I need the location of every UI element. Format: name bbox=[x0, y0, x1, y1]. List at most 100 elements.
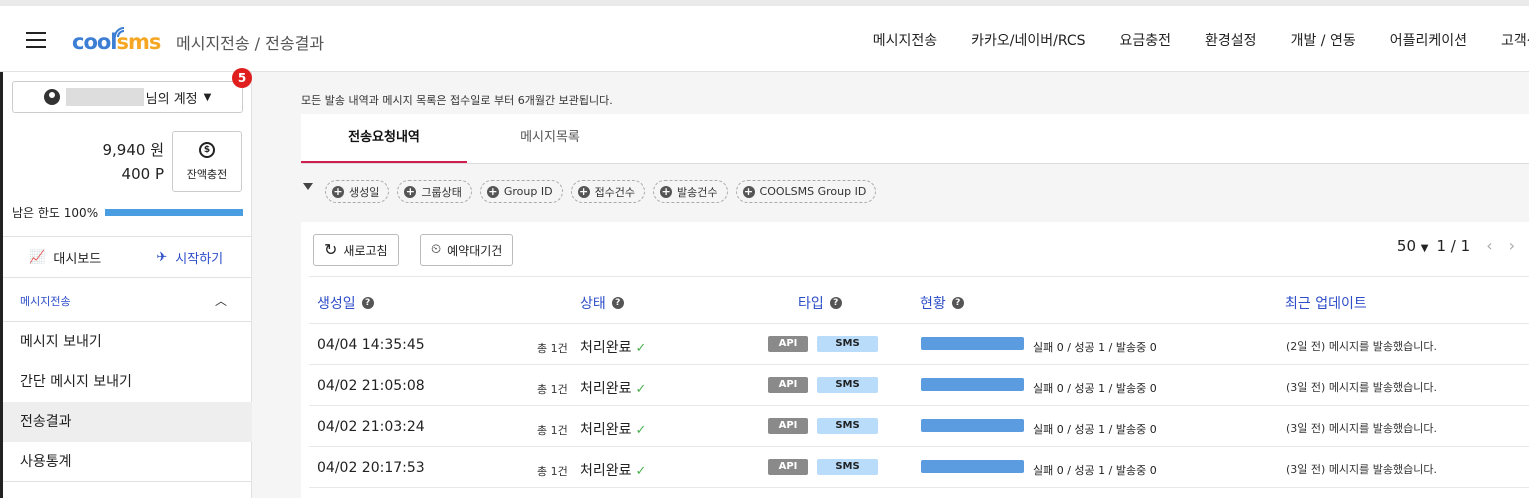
row-date: 04/02 21:03:24 bbox=[317, 419, 425, 435]
plus-icon: + bbox=[660, 184, 673, 198]
column-label: 생성일 bbox=[317, 296, 356, 312]
table-row[interactable]: 04/02 21:05:08 총 1건 처리완료 ✓ API SMS 실패 0 / 성공 1… bbox=[309, 365, 1529, 406]
api-tag: API bbox=[768, 418, 808, 434]
sidebar-item-stats[interactable]: 사용통계 bbox=[3, 442, 252, 482]
table-row[interactable]: 04/02 20:17:53 총 1건 처리완료 ✓ API SMS 실패 0 / 성공 1… bbox=[309, 447, 1529, 488]
row-status-label: 처리완료 bbox=[580, 340, 632, 356]
column-progress[interactable]: 현황? bbox=[920, 293, 964, 313]
api-tag: API bbox=[768, 336, 808, 352]
filter-chip-coolsms-group-id[interactable]: + COOLSMS Group ID bbox=[735, 180, 877, 203]
menu-section-message[interactable]: 메시지전송 ︿ bbox=[3, 278, 252, 322]
column-created[interactable]: 생성일? bbox=[317, 293, 374, 313]
sidebar-item-send-message[interactable]: 메시지 보내기 bbox=[3, 322, 252, 362]
progress-bar-fill bbox=[921, 378, 1024, 391]
row-status: 처리완료 ✓ bbox=[580, 460, 646, 480]
row-date: 04/02 21:05:08 bbox=[317, 378, 425, 394]
row-stat: 실패 0 / 성공 1 / 발송중 0 bbox=[1033, 341, 1157, 354]
check-icon: ✓ bbox=[635, 341, 647, 356]
check-icon: ✓ bbox=[635, 464, 647, 479]
filter-bar: + 생성일 + 그룹상태 + Group ID + 접수건수 + 발송건수 + COOLSM… bbox=[303, 180, 884, 203]
top-bar: cool sms 메시지전송 / 전송결과 메시지전송 카카오/네이버/RCS 요… bbox=[0, 0, 1529, 72]
page-size-select[interactable]: 50 ▼ bbox=[1397, 237, 1429, 255]
recharge-label: 잔액충전 bbox=[186, 167, 228, 181]
help-icon[interactable]: ? bbox=[829, 297, 842, 309]
sidebar-item-simple-message[interactable]: 간단 메시지 보내기 bbox=[3, 362, 252, 402]
menu-icon[interactable] bbox=[26, 32, 46, 48]
nav-kakao-naver-rcs[interactable]: 카카오/네이버/RCS bbox=[971, 30, 1085, 50]
check-icon: ✓ bbox=[635, 423, 647, 438]
filter-chip-group-status[interactable]: + 그룹상태 bbox=[397, 180, 472, 203]
retention-notice: 모든 발송 내역과 메시지 목록은 접수일로 부터 6개월간 보관됩니다. bbox=[301, 94, 613, 107]
nav-support[interactable]: 고객센터 bbox=[1501, 30, 1529, 50]
filter-chip-received[interactable]: + 접수건수 bbox=[570, 180, 646, 203]
next-page-icon[interactable]: › bbox=[1509, 236, 1515, 255]
account-label: 님의 계정 bbox=[145, 91, 198, 107]
help-icon[interactable]: ? bbox=[951, 297, 964, 309]
balance: 9,940 원 400 P bbox=[12, 138, 164, 186]
help-icon[interactable]: ? bbox=[361, 297, 374, 309]
row-update: (3일 전) 메시지를 발송했습니다. bbox=[1286, 422, 1438, 435]
type-tag: SMS bbox=[817, 418, 878, 434]
tab-send-requests[interactable]: 전송요청내역 bbox=[301, 114, 467, 163]
nav-charge[interactable]: 요금충전 bbox=[1120, 30, 1172, 50]
quick-links: 📈 대시보드 ✈ 시작하기 bbox=[3, 236, 252, 278]
dashboard-link[interactable]: 📈 대시보드 bbox=[3, 237, 128, 277]
coolsms-logo[interactable]: cool sms bbox=[72, 22, 161, 62]
row-stat: 실패 0 / 성공 1 / 발송중 0 bbox=[1033, 423, 1157, 436]
table-row[interactable]: 04/02 21:03:24 총 1건 처리완료 ✓ API SMS 실패 0 / 성공 1… bbox=[309, 406, 1529, 447]
scheduled-button[interactable]: ⏲ 예약대기건 bbox=[420, 234, 514, 266]
column-label: 상태 bbox=[580, 296, 606, 312]
sidebar-item-results[interactable]: 전송결과 bbox=[3, 402, 252, 442]
api-tag: API bbox=[768, 459, 808, 475]
plus-icon: + bbox=[404, 184, 417, 198]
sidebar: 님의 계정 ▼ 5 9,940 원 400 P $ 잔액충전 남은 한도 100… bbox=[0, 68, 252, 498]
column-type[interactable]: 타입? bbox=[798, 293, 842, 313]
start-link[interactable]: ✈ 시작하기 bbox=[128, 237, 253, 277]
clock-icon: ⏲ bbox=[431, 242, 442, 257]
page-indicator: 1 / 1 bbox=[1436, 236, 1471, 255]
column-label: 최근 업데이트 bbox=[1285, 296, 1367, 312]
nav-message-send[interactable]: 메시지전송 bbox=[873, 30, 937, 50]
refresh-button[interactable]: ↻ 새로고침 bbox=[313, 234, 399, 266]
row-count: 총 1건 bbox=[537, 465, 568, 478]
filter-label: 생성일 bbox=[349, 185, 380, 199]
plus-icon: + bbox=[577, 184, 590, 198]
recharge-button[interactable]: $ 잔액충전 bbox=[172, 131, 242, 192]
user-icon bbox=[43, 89, 60, 105]
filter-chip-sent[interactable]: + 발송건수 bbox=[653, 180, 728, 203]
check-icon: ✓ bbox=[635, 382, 647, 397]
nav-apps[interactable]: 어플리케이션 bbox=[1390, 30, 1467, 50]
account-button[interactable]: 님의 계정 ▼ bbox=[12, 81, 243, 113]
help-icon[interactable]: ? bbox=[611, 297, 624, 309]
filter-chip-created[interactable]: + 생성일 bbox=[325, 180, 390, 203]
row-status-label: 처리완료 bbox=[580, 463, 632, 479]
filter-label: COOLSMS Group ID bbox=[759, 185, 867, 198]
limit-bar bbox=[105, 209, 243, 216]
dashboard-label: 대시보드 bbox=[53, 251, 102, 267]
type-tag: SMS bbox=[817, 336, 878, 352]
top-nav: 메시지전송 카카오/네이버/RCS 요금충전 환경설정 개발 / 연동 어플리케… bbox=[873, 30, 1529, 50]
column-label: 현황 bbox=[920, 296, 946, 312]
account-name-redacted bbox=[65, 88, 144, 106]
coin-icon: $ bbox=[199, 141, 215, 158]
progress-bar bbox=[921, 378, 1024, 391]
row-status-label: 처리완료 bbox=[580, 381, 632, 397]
nav-settings[interactable]: 환경설정 bbox=[1205, 30, 1257, 50]
tab-message-list[interactable]: 메시지목록 bbox=[467, 114, 633, 163]
refresh-label: 새로고침 bbox=[343, 243, 388, 258]
table-row[interactable]: 04/04 14:35:45 총 1건 처리완료 ✓ API SMS 실패 0 / 성공 1… bbox=[309, 324, 1529, 365]
row-update: (2일 전) 메시지를 발송했습니다. bbox=[1286, 340, 1438, 353]
row-status: 처리완료 ✓ bbox=[580, 337, 646, 357]
filter-chip-group-id[interactable]: + Group ID bbox=[479, 180, 563, 203]
api-tag: API bbox=[768, 377, 808, 393]
column-updated[interactable]: 최근 업데이트 bbox=[1285, 293, 1367, 313]
limit-label: 남은 한도 100% bbox=[12, 206, 99, 220]
column-status[interactable]: 상태? bbox=[580, 293, 624, 313]
notification-badge[interactable]: 5 bbox=[232, 68, 252, 88]
row-status-label: 처리완료 bbox=[580, 422, 632, 438]
nav-dev[interactable]: 개발 / 연동 bbox=[1291, 30, 1356, 50]
filter-label: Group ID bbox=[503, 185, 553, 198]
prev-page-icon[interactable]: ‹ bbox=[1486, 236, 1492, 255]
progress-bar-fill bbox=[921, 460, 1024, 473]
chevron-up-icon[interactable]: ︿ bbox=[215, 292, 227, 309]
